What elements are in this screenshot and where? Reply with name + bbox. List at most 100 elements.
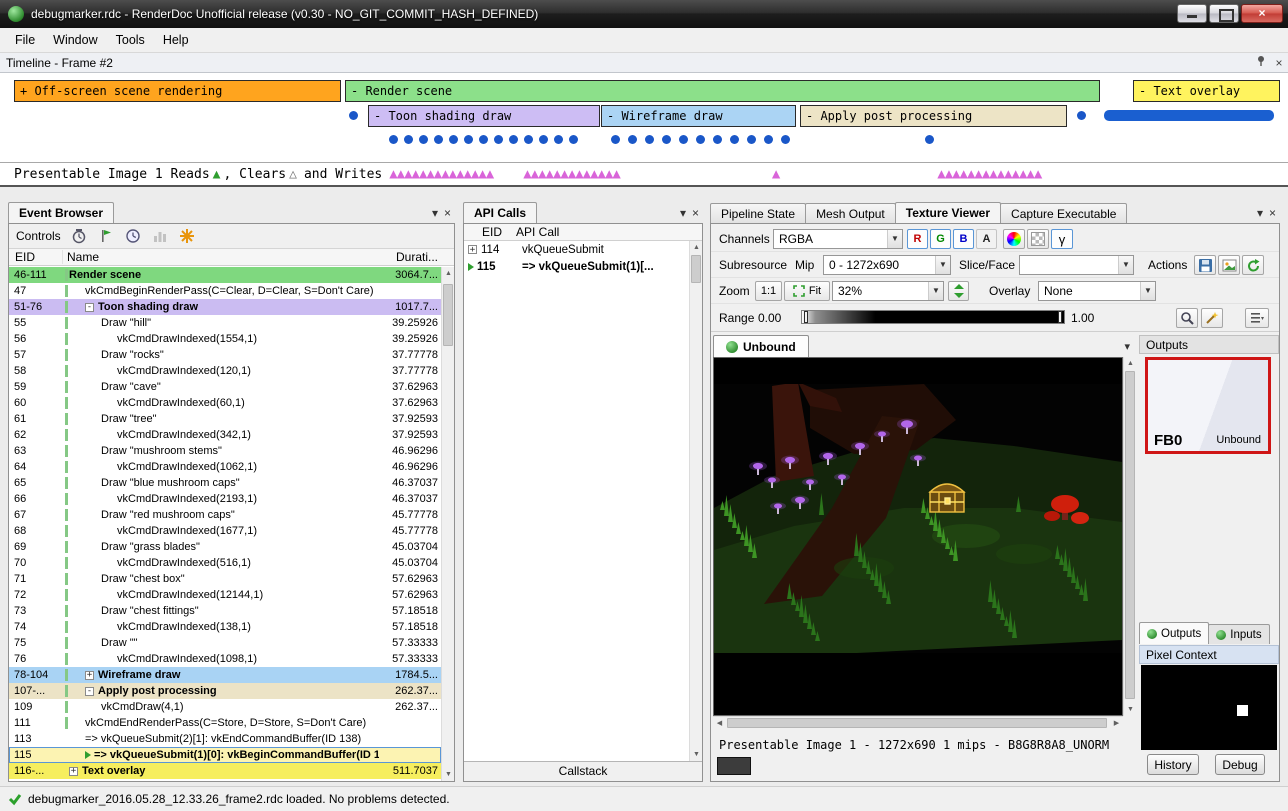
usage-markers-toon[interactable]: ▲▲▲▲▲▲▲▲▲▲▲▲▲▲ [389,166,493,182]
column-eid[interactable]: EID [464,225,516,239]
timeline-dots-toon[interactable] [389,135,578,144]
texture-horizontal-scrollbar[interactable]: ◀ ▶ [713,716,1123,729]
timeline-event-dot[interactable] [696,135,705,144]
timeline-event-dot[interactable] [494,135,503,144]
chevron-down-icon[interactable]: ▾ [432,206,438,220]
tab-outputs[interactable]: Outputs [1139,622,1209,644]
pixel-context-view[interactable] [1141,665,1277,750]
timeline-event-dot[interactable] [764,135,773,144]
framebuffer-thumbnail-fb0[interactable]: FB0 Unbound [1145,357,1271,454]
tab-event-browser[interactable]: Event Browser [8,202,114,223]
timeline-block-toon-shading[interactable]: - Toon shading draw [368,105,600,127]
event-row[interactable]: 63Draw "mushroom stems"46.96296 [9,443,441,459]
timeline-event-dot[interactable] [747,135,756,144]
event-row[interactable]: 76vkCmdDrawIndexed(1098,1)57.33333 [9,651,441,667]
maximize-button[interactable] [1209,4,1239,23]
event-row[interactable]: 111vkCmdEndRenderPass(C=Store, D=Store, … [9,715,441,731]
tab-texture-viewer[interactable]: Texture Viewer [895,202,1001,223]
timeline-event-dot[interactable] [554,135,563,144]
column-eid[interactable]: EID [9,250,63,264]
range-options-button[interactable] [1245,308,1269,328]
timeline-dots-wireframe[interactable] [611,135,790,144]
api-calls-scrollbar[interactable]: ▲ ▼ [689,241,702,761]
range-max-handle[interactable] [1058,311,1062,323]
event-row[interactable]: 61Draw "tree"37.92593 [9,411,441,427]
range-max-value[interactable]: 1.00 [1071,311,1094,325]
tab-pipeline-state[interactable]: Pipeline State [710,203,806,223]
timeline-event-dot[interactable] [645,135,654,144]
time-draws-icon[interactable] [70,227,88,245]
event-row[interactable]: 67Draw "red mushroom caps"45.77778 [9,507,441,523]
timeline-event-dot[interactable] [781,135,790,144]
timeline-event-dot[interactable] [509,135,518,144]
tab-capture-executable[interactable]: Capture Executable [1000,203,1127,223]
event-row[interactable]: 107-...-Apply post processing262.37... [9,683,441,699]
save-texture-button[interactable] [1194,255,1216,275]
timeline-event-dot[interactable] [628,135,637,144]
timeline-event-dot[interactable] [449,135,458,144]
bookmark-flag-icon[interactable] [97,227,115,245]
event-row[interactable]: 69Draw "grass blades"45.03704 [9,539,441,555]
zoom-level-combobox[interactable]: 32%▼ [832,281,944,301]
history-button[interactable]: History [1147,754,1199,775]
close-icon[interactable]: × [692,206,699,220]
timeline-block-offscreen[interactable]: + Off-screen scene rendering [14,80,341,102]
event-browser-scrollbar[interactable]: ▲ ▼ [441,267,454,781]
timeline-event-dot[interactable] [404,135,413,144]
stats-icon[interactable] [151,227,169,245]
event-row[interactable]: 113=> vkQueueSubmit(2)[1]: vkEndCommandB… [9,731,441,747]
tab-list-chevron-icon[interactable]: ▾ [1124,340,1136,357]
event-row[interactable]: 62vkCmdDrawIndexed(342,1)37.92593 [9,427,441,443]
event-row[interactable]: 47vkCmdBeginRenderPass(C=Clear, D=Clear,… [9,283,441,299]
timeline-canvas[interactable]: + Off-screen scene rendering - Render sc… [0,73,1288,162]
window-titlebar[interactable]: debugmarker.rdc - RenderDoc Unofficial r… [0,0,1288,28]
debug-button[interactable]: Debug [1215,754,1265,775]
event-row[interactable]: 74vkCmdDrawIndexed(138,1)57.18518 [9,619,441,635]
api-call-row[interactable]: +114vkQueueSubmit [464,241,702,258]
timeline-event-dot[interactable] [925,135,934,144]
tree-expander[interactable]: - [85,687,94,696]
timeline-event-dot[interactable] [730,135,739,144]
event-row[interactable]: 58vkCmdDrawIndexed(120,1)37.77778 [9,363,441,379]
range-min-handle[interactable] [804,311,808,323]
timeline-event-dot[interactable] [569,135,578,144]
range-min-value[interactable]: 0.00 [758,311,781,325]
event-row[interactable]: 56vkCmdDrawIndexed(1554,1)39.25926 [9,331,441,347]
usage-markers-wireframe[interactable]: ▲▲▲▲▲▲▲▲▲▲▲▲▲ [523,166,620,182]
slice-face-select[interactable]: ▼ [1019,255,1134,275]
column-duration[interactable]: Durati... [392,250,454,264]
timeline-event-dot[interactable] [524,135,533,144]
channel-red-toggle[interactable]: R [907,229,928,249]
api-call-row[interactable]: 115=> vkQueueSubmit(1)[... [464,258,702,275]
pin-icon[interactable] [1252,55,1270,70]
timeline-event-dot[interactable] [539,135,548,144]
timeline-resource-usage-row[interactable]: Presentable Image 1 Reads ▲ , Clears △ a… [0,162,1288,187]
color-wheel-button[interactable] [1003,229,1025,249]
event-row[interactable]: 66vkCmdDrawIndexed(2193,1)46.37037 [9,491,441,507]
timeline-block-wireframe[interactable]: - Wireframe draw [601,105,796,127]
close-icon[interactable]: × [444,206,451,220]
event-row[interactable]: 46-111Render scene3064.7... [9,267,441,283]
event-row[interactable]: 68vkCmdDrawIndexed(1677,1)45.77778 [9,523,441,539]
close-icon[interactable]: × [1270,56,1288,70]
settings-star-icon[interactable] [178,227,196,245]
event-row[interactable]: 116-...+Text overlay511.7037 [9,763,441,779]
texture-vertical-scrollbar[interactable]: ▲ ▼ [1123,357,1136,716]
event-row[interactable]: 71Draw "chest box"57.62963 [9,571,441,587]
tree-expander[interactable]: + [468,245,477,254]
event-row[interactable]: 115=> vkQueueSubmit(1)[0]: vkBeginComman… [9,747,441,763]
channel-alpha-toggle[interactable]: A [976,229,997,249]
flip-y-button[interactable] [948,281,969,301]
callstack-section[interactable]: Callstack [464,761,702,781]
tree-expander[interactable]: + [69,767,78,776]
tab-mesh-output[interactable]: Mesh Output [805,203,896,223]
gamma-toggle[interactable]: γ [1051,229,1073,249]
timeline-event-dot[interactable] [349,111,358,120]
event-row[interactable]: 60vkCmdDrawIndexed(60,1)37.62963 [9,395,441,411]
timeline-event-dot[interactable] [679,135,688,144]
timeline-event-dot[interactable] [419,135,428,144]
tree-expander[interactable]: - [85,303,94,312]
timeline-block-text-overlay[interactable]: - Text overlay [1133,80,1280,102]
open-image-button[interactable] [1218,255,1240,275]
timeline-event-dot[interactable] [479,135,488,144]
